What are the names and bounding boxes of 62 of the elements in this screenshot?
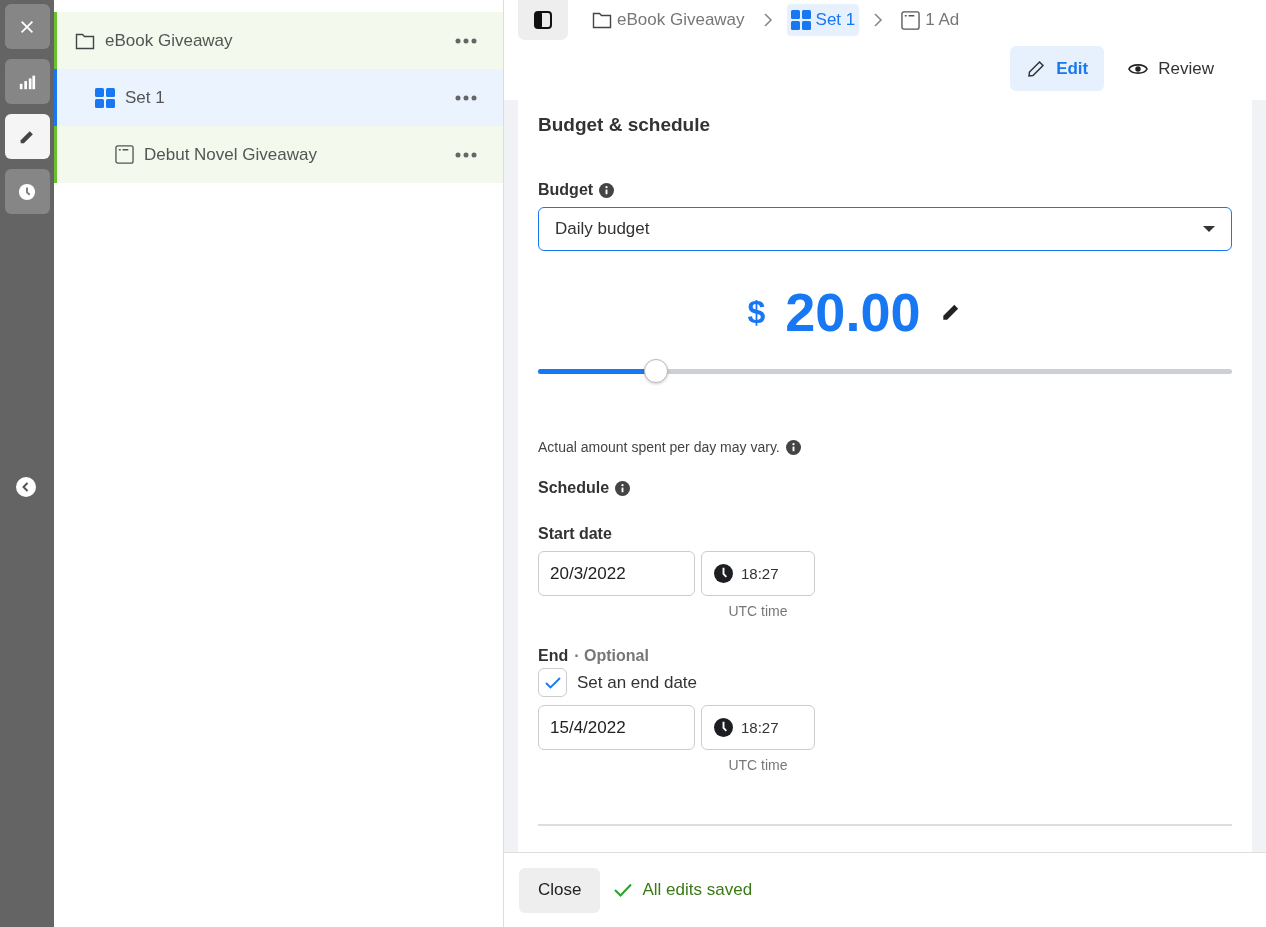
tree-item[interactable]: eBook Giveaway (54, 12, 503, 69)
timezone-label: UTC time (728, 603, 788, 619)
mode-tab[interactable]: Review (1112, 46, 1230, 91)
currency-symbol: $ (747, 293, 766, 331)
info-icon (785, 439, 801, 455)
eye-icon (1128, 61, 1149, 76)
panel-toggle-button[interactable] (518, 0, 568, 40)
end-label: End (538, 647, 569, 665)
end-date-checkbox[interactable] (538, 668, 567, 697)
more-icon[interactable] (455, 37, 477, 44)
clock-icon (714, 564, 733, 583)
schedule-label: Schedule (538, 479, 610, 497)
end-date-field[interactable]: 15/4/2022 (538, 705, 695, 750)
breadcrumb[interactable]: 1 Ad (897, 4, 964, 36)
tree-item-label: Set 1 (125, 87, 166, 108)
info-icon (615, 480, 631, 496)
slider-thumb[interactable] (643, 359, 668, 383)
collapse-icon[interactable] (16, 477, 36, 497)
clock-icon (714, 718, 733, 737)
close-button[interactable]: Close (519, 867, 601, 913)
folder-icon (75, 31, 95, 50)
more-icon[interactable] (455, 94, 477, 101)
checkmark-icon (544, 676, 561, 689)
save-status: All edits saved (642, 880, 753, 900)
edit-rail-button[interactable] (4, 114, 50, 159)
chart-rail-button[interactable] (4, 59, 50, 104)
budget-slider[interactable] (538, 359, 1232, 383)
end-time-field[interactable]: 18:27 (701, 705, 815, 750)
timezone-label: UTC time (728, 757, 788, 773)
close-rail-button[interactable] (4, 4, 50, 49)
grid-icon (95, 87, 115, 108)
sidebar-icon (533, 10, 553, 30)
budget-type-select[interactable]: Daily budget (538, 207, 1232, 251)
budget-label: Budget (538, 181, 594, 199)
more-icon[interactable] (455, 151, 477, 158)
history-rail-button[interactable] (4, 169, 50, 214)
optional-label: · Optional (574, 647, 649, 665)
window-icon (115, 145, 134, 164)
window-icon (901, 10, 921, 30)
tree-item[interactable]: Set 1 (54, 69, 503, 126)
dropdown-caret-icon (1203, 225, 1215, 233)
pencil-icon (1026, 58, 1047, 79)
chevron-icon (762, 13, 773, 27)
folder-icon (592, 11, 612, 29)
start-date-field[interactable]: 20/3/2022 (538, 551, 695, 596)
tree-item-label: eBook Giveaway (105, 30, 234, 51)
chevron-icon (873, 13, 884, 27)
breadcrumb[interactable]: eBook Giveaway (588, 4, 749, 36)
budget-amount: 20.00 (785, 281, 921, 343)
info-icon (599, 182, 615, 198)
clock-icon (18, 182, 36, 201)
budget-note: Actual amount spent per day may vary. (538, 439, 780, 455)
start-time-field[interactable]: 18:27 (701, 551, 815, 596)
breadcrumb[interactable]: Set 1 (786, 4, 860, 36)
grid-icon (790, 10, 811, 30)
tree-item-label: Debut Novel Giveaway (144, 144, 318, 165)
tree-item[interactable]: Debut Novel Giveaway (54, 126, 503, 183)
check-icon (614, 883, 633, 897)
start-date-label: Start date (538, 525, 612, 543)
checkbox-label: Set an end date (577, 672, 698, 693)
section-title: Budget & schedule (538, 114, 712, 136)
mode-tab[interactable]: Edit (1010, 46, 1105, 91)
